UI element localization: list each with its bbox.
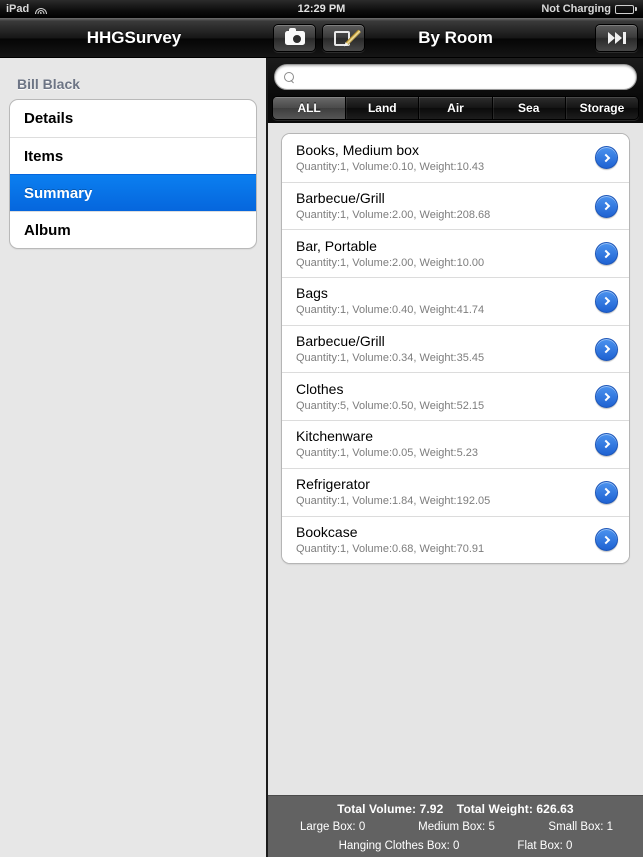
compose-button[interactable] bbox=[322, 23, 365, 52]
detail-navigation-bar: By Room bbox=[268, 18, 643, 58]
search-input[interactable] bbox=[301, 69, 627, 85]
sidebar: Bill Black Details Items Summary Album bbox=[0, 58, 268, 857]
search-bar bbox=[268, 58, 643, 96]
segment-storage[interactable]: Storage bbox=[564, 97, 638, 119]
segment-label: Air bbox=[447, 101, 464, 115]
item-text: Barbecue/Grill Quantity:1, Volume:0.34, … bbox=[296, 333, 595, 365]
segment-label: ALL bbox=[297, 101, 321, 115]
segment-label: Land bbox=[367, 101, 397, 115]
total-weight-label: Total Weight: 626.63 bbox=[456, 802, 574, 816]
table-row[interactable]: Books, Medium box Quantity:1, Volume:0.1… bbox=[282, 134, 629, 182]
table-row[interactable]: Barbecue/Grill Quantity:1, Volume:2.00, … bbox=[282, 181, 629, 230]
skip-forward-icon bbox=[607, 31, 626, 44]
item-text: Books, Medium box Quantity:1, Volume:0.1… bbox=[296, 142, 595, 174]
table-row[interactable]: Bookcase Quantity:1, Volume:0.68, Weight… bbox=[282, 515, 629, 564]
sidebar-list: Details Items Summary Album bbox=[9, 99, 257, 249]
disclosure-chevron-icon[interactable] bbox=[595, 242, 618, 266]
item-text: Bar, Portable Quantity:1, Volume:2.00, W… bbox=[296, 238, 595, 270]
item-text: Bookcase Quantity:1, Volume:0.68, Weight… bbox=[296, 524, 595, 556]
disclosure-chevron-icon[interactable] bbox=[595, 480, 618, 504]
summary-box-counts-row-1: Large Box: 0 Medium Box: 5 Small Box: 1 bbox=[278, 818, 633, 837]
camera-button[interactable] bbox=[273, 23, 316, 52]
sidebar-item-items[interactable]: Items bbox=[10, 137, 256, 174]
table-row[interactable]: Refrigerator Quantity:1, Volume:1.84, We… bbox=[282, 467, 629, 516]
item-subtitle: Quantity:1, Volume:0.40, Weight:41.74 bbox=[296, 304, 485, 317]
item-subtitle: Quantity:1, Volume:0.68, Weight:70.91 bbox=[296, 542, 485, 555]
item-list-area: Books, Medium box Quantity:1, Volume:0.1… bbox=[268, 123, 643, 565]
item-subtitle: Quantity:5, Volume:0.50, Weight:52.15 bbox=[296, 399, 485, 412]
item-title: Kitchenware bbox=[296, 428, 374, 445]
sidebar-item-label: Summary bbox=[24, 184, 93, 202]
item-title: Barbecue/Grill bbox=[296, 333, 385, 350]
sidebar-item-label: Details bbox=[24, 110, 74, 127]
item-title: Bookcase bbox=[296, 523, 358, 540]
flat-box-count: Flat Box: 0 bbox=[517, 840, 573, 852]
item-title: Books, Medium box bbox=[296, 141, 419, 158]
item-subtitle: Quantity:1, Volume:2.00, Weight:208.68 bbox=[296, 209, 491, 222]
item-title: Bags bbox=[296, 285, 328, 302]
item-text: Clothes Quantity:5, Volume:0.50, Weight:… bbox=[296, 381, 595, 413]
disclosure-chevron-icon[interactable] bbox=[595, 432, 618, 456]
sidebar-item-label: Items bbox=[24, 147, 64, 165]
filter-segmented-control: ALL Land Air Sea Storage bbox=[268, 96, 643, 123]
search-icon bbox=[284, 71, 295, 83]
item-subtitle: Quantity:1, Volume:0.34, Weight:35.45 bbox=[296, 352, 485, 365]
ipad-app-window: iPad 12:29 PM Not Charging HHGSurvey By … bbox=[0, 0, 643, 857]
table-row[interactable]: Bags Quantity:1, Volume:0.40, Weight:41.… bbox=[282, 277, 629, 325]
disclosure-chevron-icon[interactable] bbox=[595, 289, 618, 313]
large-box-count: Large Box: 0 bbox=[300, 821, 366, 833]
segment-label: Sea bbox=[518, 101, 540, 115]
disclosure-chevron-icon[interactable] bbox=[595, 146, 618, 170]
disclosure-chevron-icon[interactable] bbox=[595, 385, 618, 409]
summary-totals: Total Volume: 7.92 Total Weight: 626.63 bbox=[278, 800, 633, 818]
sidebar-group-header: Bill Black bbox=[17, 76, 81, 92]
item-title: Barbecue/Grill bbox=[296, 190, 385, 207]
table-row[interactable]: Barbecue/Grill Quantity:1, Volume:0.34, … bbox=[282, 324, 629, 373]
table-row[interactable]: Bar, Portable Quantity:1, Volume:2.00, W… bbox=[282, 229, 629, 278]
item-list: Books, Medium box Quantity:1, Volume:0.1… bbox=[281, 133, 630, 565]
app-title: HHGSurvey bbox=[86, 27, 182, 47]
medium-box-count: Medium Box: 5 bbox=[418, 821, 495, 833]
item-text: Barbecue/Grill Quantity:1, Volume:2.00, … bbox=[296, 190, 595, 222]
sidebar-item-summary[interactable]: Summary bbox=[10, 174, 256, 211]
item-subtitle: Quantity:1, Volume:2.00, Weight:10.00 bbox=[296, 256, 485, 269]
segment-all[interactable]: ALL bbox=[273, 97, 346, 119]
status-bar-clock: 12:29 PM bbox=[297, 3, 346, 15]
compose-icon bbox=[333, 29, 361, 46]
disclosure-chevron-icon[interactable] bbox=[595, 528, 618, 552]
sidebar-navigation-bar: HHGSurvey bbox=[0, 18, 268, 58]
table-row[interactable]: Kitchenware Quantity:1, Volume:0.05, Wei… bbox=[282, 420, 629, 468]
status-bar: iPad 12:29 PM Not Charging bbox=[0, 0, 643, 18]
item-title: Clothes bbox=[296, 380, 344, 397]
segment-air[interactable]: Air bbox=[418, 97, 492, 119]
small-box-count: Small Box: 1 bbox=[548, 821, 613, 833]
summary-box-counts-row-2: Hanging Clothes Box: 0 Flat Box: 0 bbox=[278, 837, 633, 856]
camera-icon bbox=[284, 27, 305, 45]
disclosure-chevron-icon[interactable] bbox=[595, 194, 618, 218]
search-field[interactable] bbox=[274, 64, 637, 90]
summary-footer: Total Volume: 7.92 Total Weight: 626.63 … bbox=[268, 795, 643, 857]
total-volume-label: Total Volume: 7.92 bbox=[337, 802, 444, 816]
sidebar-item-label: Album bbox=[24, 221, 71, 239]
skip-forward-button[interactable] bbox=[595, 23, 638, 52]
item-title: Bar, Portable bbox=[296, 237, 377, 254]
item-title: Refrigerator bbox=[296, 476, 370, 493]
item-subtitle: Quantity:1, Volume:0.10, Weight:10.43 bbox=[296, 160, 485, 173]
item-text: Bags Quantity:1, Volume:0.40, Weight:41.… bbox=[296, 285, 595, 317]
segment-land[interactable]: Land bbox=[345, 97, 419, 119]
segmented-control-track: ALL Land Air Sea Storage bbox=[272, 96, 639, 120]
item-text: Kitchenware Quantity:1, Volume:0.05, Wei… bbox=[296, 428, 595, 460]
disclosure-chevron-icon[interactable] bbox=[595, 337, 618, 361]
item-text: Refrigerator Quantity:1, Volume:1.84, We… bbox=[296, 476, 595, 508]
sidebar-item-album[interactable]: Album bbox=[10, 211, 256, 248]
item-subtitle: Quantity:1, Volume:1.84, Weight:192.05 bbox=[296, 495, 491, 508]
detail-panel: ALL Land Air Sea Storage Books, Medium b… bbox=[268, 58, 643, 857]
segment-label: Storage bbox=[579, 101, 625, 115]
item-subtitle: Quantity:1, Volume:0.05, Weight:5.23 bbox=[296, 447, 479, 460]
table-row[interactable]: Clothes Quantity:5, Volume:0.50, Weight:… bbox=[282, 372, 629, 421]
hanging-clothes-box-count: Hanging Clothes Box: 0 bbox=[338, 840, 460, 852]
segment-sea[interactable]: Sea bbox=[491, 97, 565, 119]
sidebar-item-details[interactable]: Details bbox=[10, 100, 256, 137]
